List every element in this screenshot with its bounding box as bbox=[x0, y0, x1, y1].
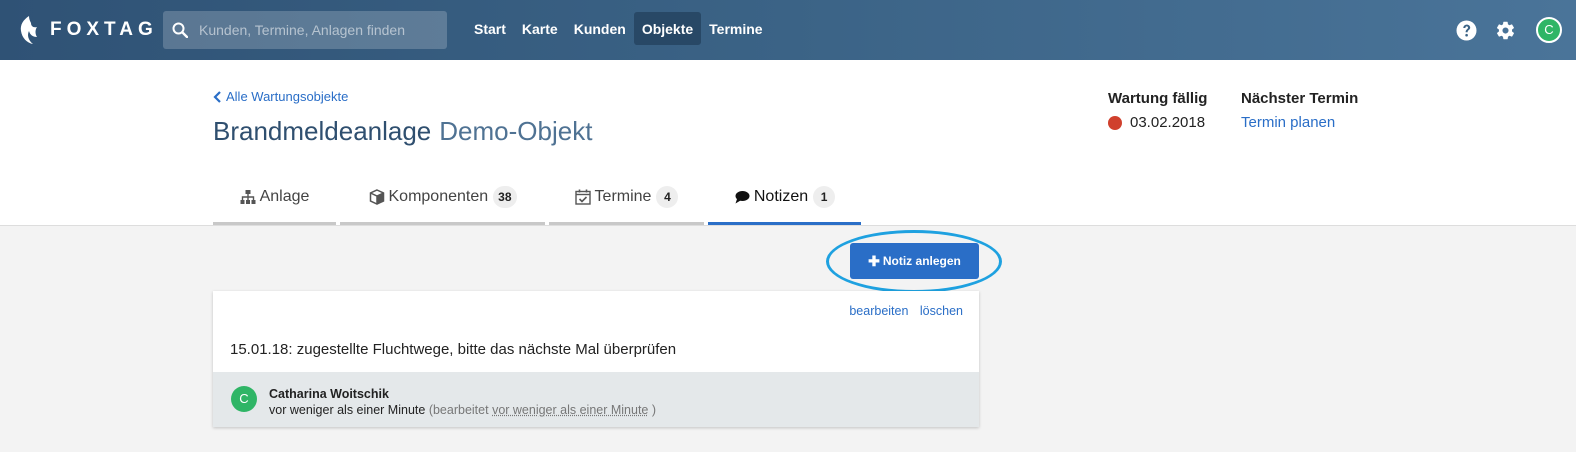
main-nav: Start Karte Kunden Objekte Termine bbox=[466, 12, 771, 45]
page-title: Brandmeldeanlage Demo-Objekt bbox=[213, 116, 592, 147]
delete-note-link[interactable]: löschen bbox=[920, 304, 963, 318]
note-footer: C Catharina Woitschik vor weniger als ei… bbox=[213, 372, 979, 427]
add-note-button[interactable]: ✚ Notiz anlegen bbox=[850, 243, 979, 279]
nav-link-start[interactable]: Start bbox=[466, 12, 514, 45]
comment-icon bbox=[735, 191, 750, 204]
chevron-left-icon bbox=[213, 90, 221, 103]
nav-link-karte[interactable]: Karte bbox=[514, 12, 566, 45]
note-actions: bearbeiten löschen bbox=[841, 304, 963, 318]
next-appointment: Nächster Termin Termin planen bbox=[1241, 90, 1358, 131]
tab-label: Notizen bbox=[753, 188, 809, 205]
note-timestamp: vor weniger als einer Minute (bearbeitet… bbox=[269, 403, 656, 417]
global-search[interactable] bbox=[163, 11, 447, 49]
tab-label: Anlage bbox=[259, 188, 310, 205]
author-name: Catharina Woitschik bbox=[269, 387, 389, 401]
status-dot-icon bbox=[1108, 115, 1122, 130]
edit-note-link[interactable]: bearbeiten bbox=[849, 304, 908, 318]
tab-notizen[interactable]: Notizen 1 bbox=[708, 172, 861, 225]
maintenance-date: 03.02.2018 bbox=[1130, 114, 1206, 131]
top-navbar: FOXTAG Start Karte Kunden Objekte Termin… bbox=[0, 0, 1576, 60]
next-appointment-label: Nächster Termin bbox=[1241, 90, 1359, 107]
object-header: Alle Wartungsobjekte Brandmeldeanlage Dem… bbox=[0, 60, 1576, 226]
fox-logo-icon bbox=[20, 16, 37, 44]
plus-icon: ✚ bbox=[868, 252, 880, 269]
add-note-label: Notiz anlegen bbox=[882, 254, 961, 268]
cube-icon bbox=[369, 189, 384, 205]
help-icon[interactable] bbox=[1456, 20, 1477, 41]
nav-link-objekte[interactable]: Objekte bbox=[633, 12, 702, 45]
tab-termine[interactable]: Termine 4 bbox=[549, 172, 704, 225]
maintenance-due: Wartung fällig 03.02.2018 bbox=[1108, 90, 1207, 131]
page-title-main: Brandmeldeanlage bbox=[213, 116, 432, 146]
user-avatar[interactable]: C bbox=[1536, 17, 1562, 43]
tab-label: Komponenten bbox=[388, 188, 489, 205]
nav-link-termine[interactable]: Termine bbox=[701, 12, 770, 45]
note-card: bearbeiten löschen 15.01.18: zugestellte… bbox=[213, 291, 979, 427]
edited-suffix: ) bbox=[651, 403, 657, 417]
tab-komponenten[interactable]: Komponenten 38 bbox=[340, 172, 545, 225]
tab-anlage[interactable]: Anlage bbox=[213, 172, 336, 225]
page-subtitle: Demo-Objekt bbox=[439, 116, 593, 146]
calendar-check-icon bbox=[574, 189, 591, 205]
brand-name: FOXTAG bbox=[50, 19, 158, 40]
maintenance-label: Wartung fällig bbox=[1108, 90, 1208, 107]
note-text: 15.01.18: zugestellte Fluchtwege, bitte … bbox=[230, 341, 677, 358]
count-badge: 1 bbox=[813, 186, 836, 208]
back-link[interactable]: Alle Wartungsobjekte bbox=[213, 89, 348, 104]
search-icon bbox=[172, 22, 188, 38]
count-badge: 4 bbox=[656, 186, 679, 208]
tab-label: Termine bbox=[594, 188, 652, 205]
search-input[interactable] bbox=[199, 22, 447, 38]
maintenance-value: 03.02.2018 bbox=[1108, 114, 1207, 131]
edited-time: vor weniger als einer Minute bbox=[492, 403, 649, 417]
created-time: vor weniger als einer Minute bbox=[269, 403, 426, 417]
sitemap-icon bbox=[240, 190, 256, 204]
gear-icon[interactable] bbox=[1495, 20, 1516, 41]
brand-logo[interactable]: FOXTAG bbox=[18, 16, 158, 44]
avatar: C bbox=[231, 386, 257, 412]
back-link-label: Alle Wartungsobjekte bbox=[226, 89, 349, 104]
plan-appointment-link[interactable]: Termin planen bbox=[1241, 114, 1358, 131]
count-badge: 38 bbox=[493, 186, 517, 208]
nav-link-kunden[interactable]: Kunden bbox=[566, 12, 634, 45]
edited-prefix: (bearbeitet bbox=[428, 403, 489, 417]
